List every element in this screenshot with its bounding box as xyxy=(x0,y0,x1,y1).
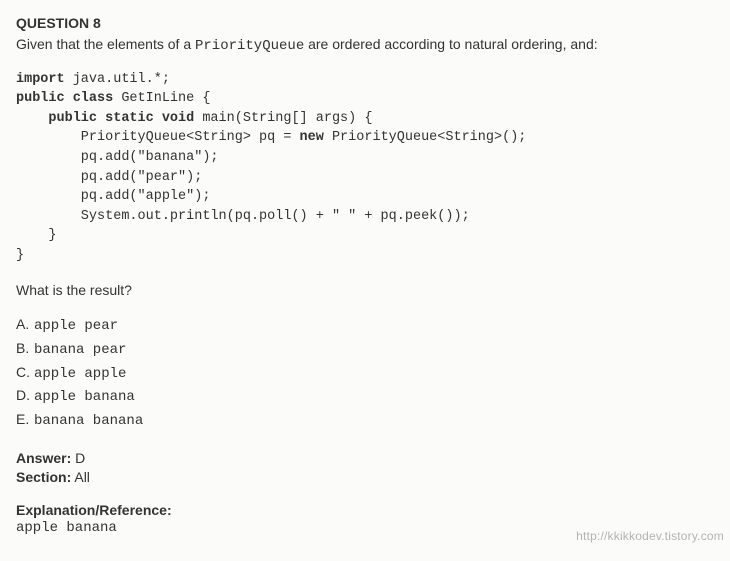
question-intro: Given that the elements of a PriorityQue… xyxy=(16,35,714,56)
code-l9: } xyxy=(16,228,57,243)
intro-text-post: are ordered according to natural orderin… xyxy=(304,36,597,52)
intro-code: PriorityQueue xyxy=(195,38,304,54)
code-l7: pq.add("apple"); xyxy=(16,189,210,204)
choice-text: apple apple xyxy=(34,366,126,382)
choice-d: D.apple banana xyxy=(16,385,714,409)
choice-text: banana banana xyxy=(34,413,143,429)
code-l10: } xyxy=(16,248,24,263)
choice-a: A.apple pear xyxy=(16,314,714,338)
choices-list: A.apple pear B.banana pear C.apple apple… xyxy=(16,314,714,432)
choice-letter: B. xyxy=(16,338,34,360)
choice-b: B.banana pear xyxy=(16,338,714,362)
kw-new: new xyxy=(300,130,324,145)
choice-e: E.banana banana xyxy=(16,409,714,433)
answer-line: Answer: D xyxy=(16,449,714,468)
code-l2-rest: GetInLine { xyxy=(113,91,210,106)
kw-import: import xyxy=(16,72,65,87)
code-l6: pq.add("pear"); xyxy=(16,170,202,185)
code-l3-indent xyxy=(16,111,48,126)
code-l5: pq.add("banana"); xyxy=(16,150,219,165)
choice-letter: A. xyxy=(16,314,34,336)
choice-text: banana pear xyxy=(34,342,126,358)
answer-block: Answer: D Section: All xyxy=(16,449,714,487)
choice-letter: D. xyxy=(16,385,34,407)
code-block: import java.util.*; public class GetInLi… xyxy=(16,70,714,266)
explanation-label: Explanation/Reference: xyxy=(16,501,714,520)
code-l4-rest: PriorityQueue<String>(); xyxy=(324,130,527,145)
prompt-result: What is the result? xyxy=(16,281,714,300)
code-l4: PriorityQueue<String> pq = xyxy=(16,130,300,145)
choice-text: apple pear xyxy=(34,318,118,334)
choice-letter: C. xyxy=(16,362,34,384)
answer-label: Answer: xyxy=(16,450,71,466)
section-line: Section: All xyxy=(16,468,714,487)
question-heading: QUESTION 8 xyxy=(16,14,714,33)
kw-psv: public static void xyxy=(48,111,194,126)
kw-public-class: public class xyxy=(16,91,113,106)
watermark: http://kkikkodev.tistory.com xyxy=(576,528,724,544)
choice-text: apple banana xyxy=(34,389,135,405)
section-value: All xyxy=(74,469,90,485)
section-label: Section: xyxy=(16,469,71,485)
intro-text-pre: Given that the elements of a xyxy=(16,36,195,52)
answer-value: D xyxy=(75,450,85,466)
code-l1-rest: java.util.*; xyxy=(65,72,170,87)
code-l3-rest: main(String[] args) { xyxy=(194,111,372,126)
choice-letter: E. xyxy=(16,409,34,431)
choice-c: C.apple apple xyxy=(16,362,714,386)
code-l8: System.out.println(pq.poll() + " " + pq.… xyxy=(16,209,470,224)
